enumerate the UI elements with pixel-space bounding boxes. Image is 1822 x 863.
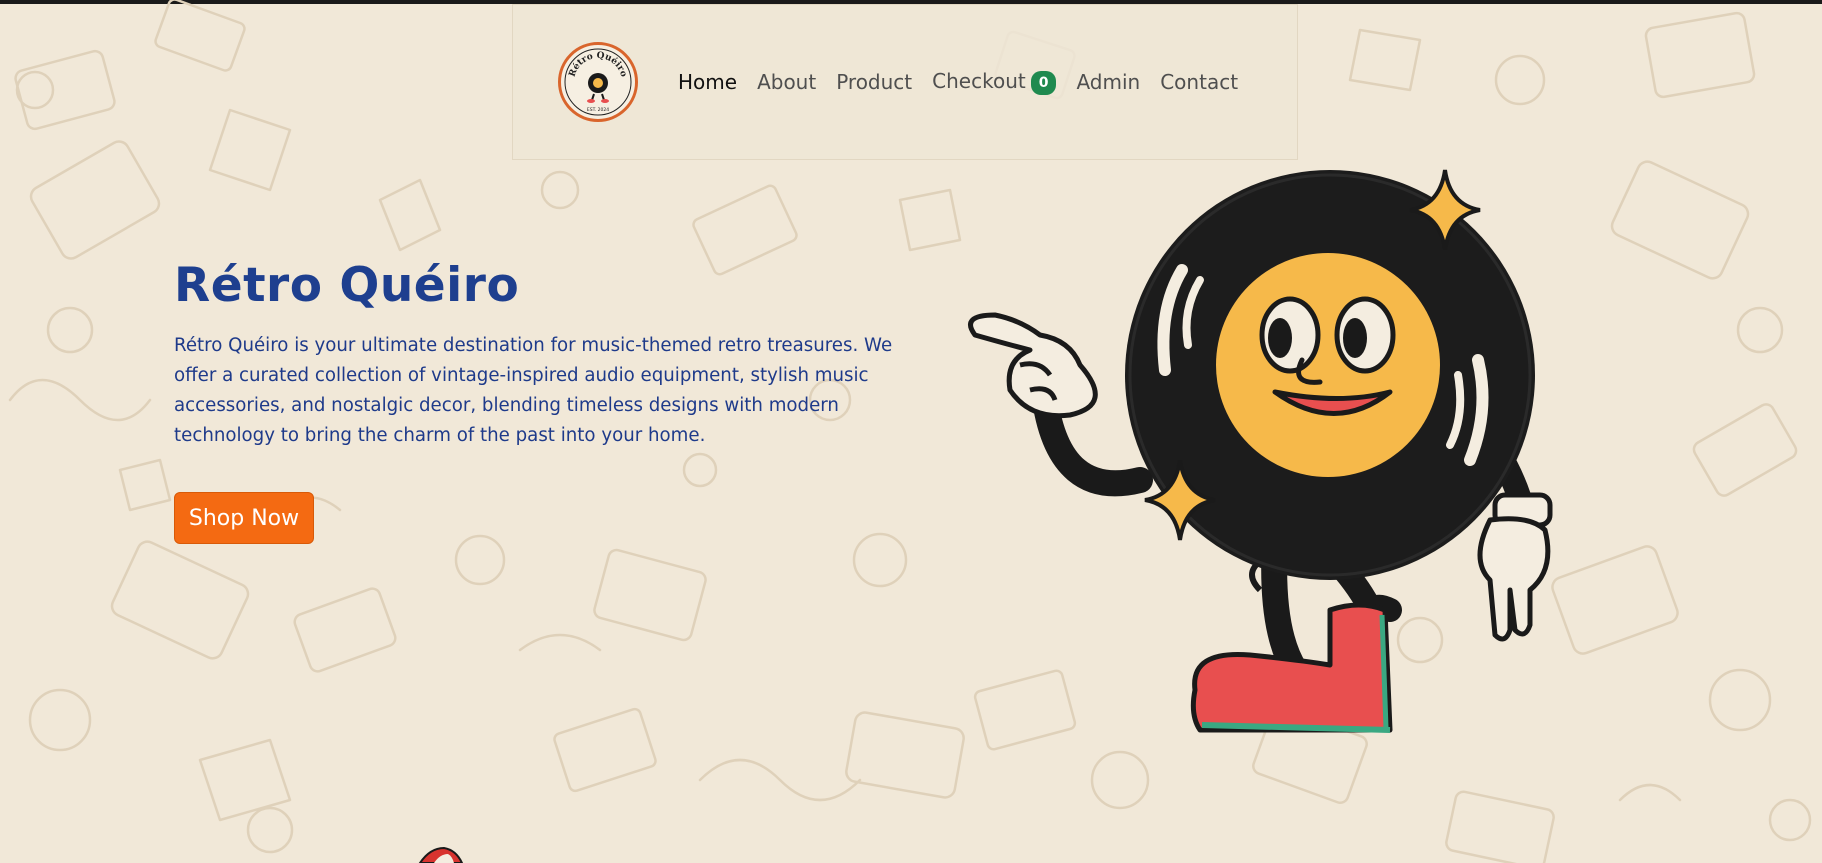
vinyl-record-mascot-illustration [968,169,1553,733]
nav-home[interactable]: Home [678,70,737,94]
record-mascot-logo-icon: Rétro Quéiro EST. 2024 [564,48,632,116]
shop-now-button[interactable]: Shop Now [174,492,314,544]
nav-checkout[interactable]: Checkout 0 [932,69,1057,95]
nav-checkout-label: Checkout [932,69,1026,94]
nav-about[interactable]: About [757,70,816,94]
product-item-partial [418,846,464,863]
logo-est: EST. 2024 [587,107,609,113]
hero-description: Rétro Quéiro is your ultimate destinatio… [174,335,893,446]
hero-title: Rétro Quéiro [174,258,520,313]
main-nav: Home About Product Checkout 0 Admin Conta… [678,66,1258,98]
nav-product[interactable]: Product [836,70,912,94]
brand-logo[interactable]: Rétro Quéiro EST. 2024 [558,42,638,122]
nav-admin[interactable]: Admin [1076,70,1140,94]
nav-contact[interactable]: Contact [1160,70,1238,94]
cart-count-badge: 0 [1030,70,1057,95]
